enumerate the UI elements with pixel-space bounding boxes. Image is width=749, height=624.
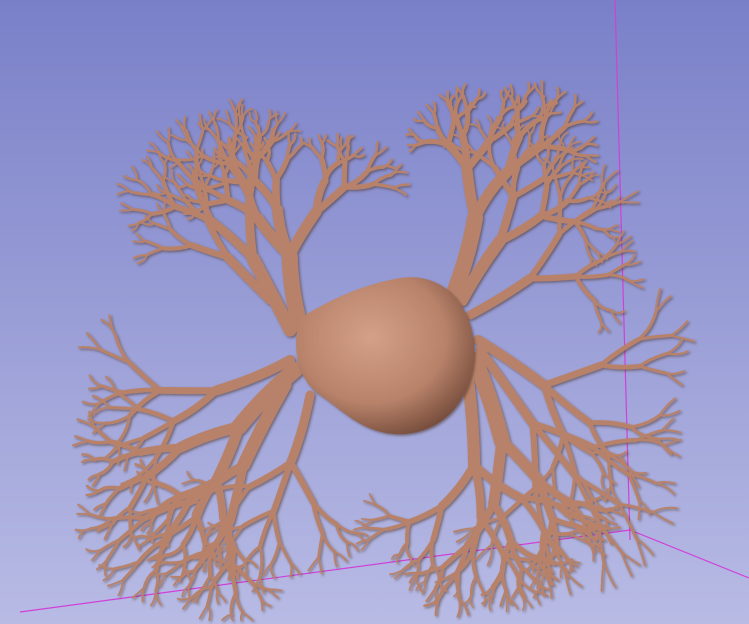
vessel-branch: [462, 374, 480, 471]
vessel-branch: [517, 565, 523, 588]
vessel-branch: [258, 544, 264, 576]
vessel-branch: [526, 273, 579, 282]
vessel-branch: [365, 526, 388, 531]
vessel-branch: [446, 90, 450, 103]
vessel-branch: [499, 549, 506, 581]
vessel-branch: [341, 159, 348, 190]
vessel-branch: [245, 194, 258, 264]
vessel-branch: [656, 437, 678, 441]
vessel-branch: [162, 560, 185, 565]
vessel-branch: [122, 387, 163, 395]
vessel-branch: [505, 596, 509, 613]
vessel-branch: [456, 569, 461, 587]
vessel-branch: [319, 141, 325, 161]
vessel-branch: [434, 586, 438, 606]
vessel-branch: [272, 175, 282, 214]
vessel-branch: [573, 272, 609, 279]
vessel-branch: [524, 557, 545, 561]
3d-view[interactable]: [0, 0, 749, 624]
vessel-branch: [598, 362, 642, 370]
vessel-branch: [163, 202, 166, 215]
vessel-branch: [618, 200, 640, 204]
vessel-branch: [109, 515, 148, 521]
3d-render-canvas[interactable]: [0, 0, 749, 624]
vessel-branch: [549, 111, 562, 115]
vessel-branch: [432, 101, 437, 115]
vessel-branch: [193, 148, 199, 186]
vessel-branch: [637, 499, 641, 521]
vessel-branch: [581, 119, 599, 124]
vessel-branch: [529, 420, 539, 492]
vessel-branch: [228, 137, 233, 151]
vessel-branch: [361, 517, 375, 521]
vessel-branch: [556, 196, 563, 237]
vessel-branch: [207, 549, 213, 578]
vessel-branch: [542, 535, 547, 575]
